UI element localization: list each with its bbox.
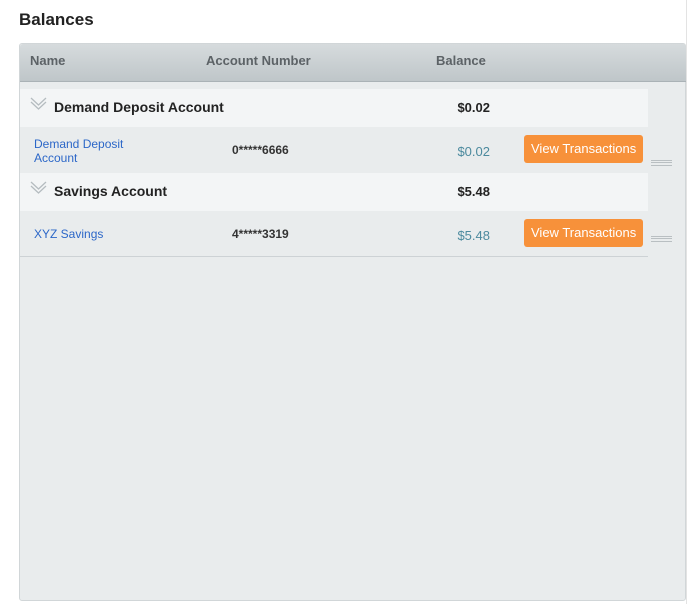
page-right-border [686, 0, 687, 604]
table-row: Demand Deposit Account 0*****6666 $0.02 … [20, 127, 648, 173]
view-transactions-button[interactable]: View Transactions [524, 135, 644, 163]
column-header-account-number[interactable]: Account Number [206, 53, 311, 68]
group-row-demand-deposit[interactable]: Demand Deposit Account $0.02 [20, 89, 648, 127]
group-name: Savings Account [54, 183, 168, 199]
drag-handle-icon[interactable] [651, 236, 672, 242]
table-header: Name Account Number Balance [20, 44, 686, 82]
chevron-down-icon[interactable] [30, 96, 47, 110]
account-number: 0*****6666 [232, 143, 289, 157]
account-balance: $5.48 [457, 228, 490, 243]
account-number: 4*****3319 [232, 227, 289, 241]
page-title: Balances [19, 10, 94, 29]
column-header-balance[interactable]: Balance [436, 53, 486, 68]
drag-handle-icon[interactable] [651, 160, 672, 166]
view-transactions-button[interactable]: View Transactions [524, 219, 644, 247]
account-balance: $0.02 [457, 144, 490, 159]
group-name: Demand Deposit Account [54, 99, 224, 115]
account-name-link[interactable]: XYZ Savings [34, 227, 144, 241]
group-total: $5.48 [457, 184, 490, 199]
column-header-name[interactable]: Name [30, 53, 65, 68]
balances-panel: Name Account Number Balance Demand Depos… [19, 43, 686, 601]
table-row: XYZ Savings 4*****3319 $5.48 View Transa… [20, 211, 648, 257]
group-total: $0.02 [457, 100, 490, 115]
account-name-link[interactable]: Demand Deposit Account [34, 137, 144, 165]
chevron-down-icon[interactable] [30, 180, 47, 194]
group-row-savings[interactable]: Savings Account $5.48 [20, 173, 648, 211]
